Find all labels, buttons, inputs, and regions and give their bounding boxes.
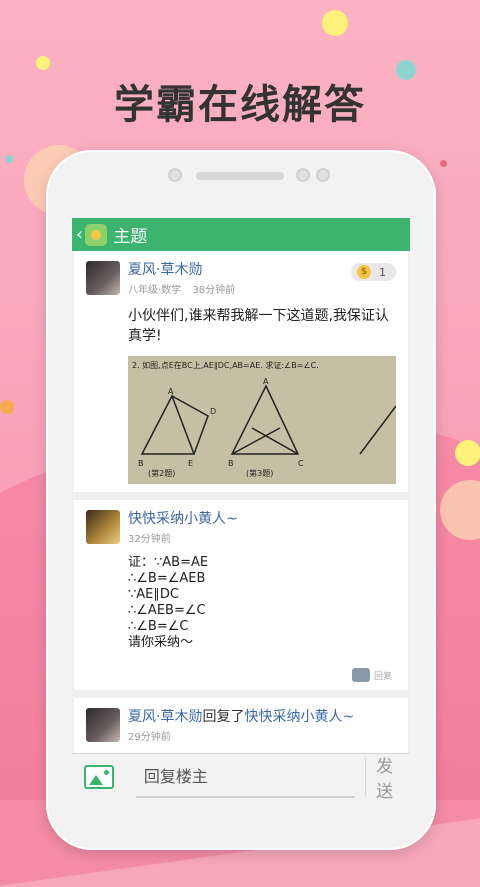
decor-dot: [0, 400, 14, 414]
svg-text:A: A: [168, 387, 174, 396]
grade-subject: 八年级·数学: [128, 285, 182, 296]
reward-count: 1: [379, 265, 386, 279]
avatar[interactable]: [86, 510, 120, 544]
image-icon[interactable]: [84, 765, 114, 789]
phone-sensor: [316, 168, 330, 182]
phone-sensor: [296, 168, 310, 182]
decor-dot: [440, 160, 447, 167]
post-time: 38分钟前: [192, 285, 236, 296]
figure-label-2: (第2题): [148, 469, 176, 478]
coin-icon: $: [357, 265, 371, 279]
reply-label: 回复: [373, 671, 392, 682]
svg-text:C: C: [298, 459, 304, 468]
phone-camera: [168, 168, 182, 182]
post-time: 29分钟前: [128, 732, 171, 743]
svg-text:A: A: [263, 377, 269, 386]
reply-target[interactable]: 快快采纳小黄人~: [244, 709, 354, 725]
comment-icon: [351, 668, 370, 682]
page-title: 主题: [113, 227, 148, 247]
figure-label-3: (第3题): [246, 469, 274, 478]
svg-text:D: D: [210, 407, 216, 416]
decor-dot: [322, 10, 348, 36]
promo-headline: 学霸在线解答: [114, 82, 366, 128]
chevron-left-icon[interactable]: ‹: [76, 224, 83, 245]
geometry-figure: A D B E A B C: [138, 377, 396, 468]
phone-speaker: [196, 172, 284, 180]
reward-badge: $ 1: [351, 263, 396, 281]
post-meta: 八年级·数学 38分钟前: [128, 281, 396, 296]
post-time: 32分钟前: [128, 534, 171, 545]
app-screen: ‹ 主题 夏风·草木勋 八年级·数学 38分钟前 $ 1 小伙伴们,谁来帮我解一…: [72, 218, 410, 800]
reply-button[interactable]: 回复: [351, 668, 392, 682]
send-button[interactable]: 发送: [365, 757, 410, 800]
answer-card: 快快采纳小黄人~ 32分钟前 证：∵AB=AE ∴∠B=∠AEB ∵AE∥DC …: [74, 500, 408, 690]
decor-dot: [455, 440, 480, 466]
question-photo[interactable]: 2. 如图,点E在BC上,AE∥DC,AB=AE. 求证:∠B=∠C. AD B…: [128, 356, 396, 484]
svg-text:E: E: [188, 459, 193, 468]
reply-bar: 发送: [72, 753, 410, 800]
app-header: ‹ 主题: [72, 218, 410, 251]
author-name[interactable]: 快快采纳小黄人~: [128, 510, 396, 528]
reply-word: 回复了: [202, 709, 245, 725]
avatar[interactable]: [86, 261, 120, 295]
answer-text: 证：∵AB=AE ∴∠B=∠AEB ∵AE∥DC ∴∠AEB=∠C ∴∠B=∠C…: [128, 555, 209, 650]
author-name[interactable]: 夏风·草木勋: [128, 709, 202, 725]
avatar[interactable]: [86, 708, 120, 742]
svg-text:B: B: [138, 459, 144, 468]
app-logo-icon: [85, 223, 108, 246]
reply-header: 夏风·草木勋回复了快快采纳小黄人~: [128, 708, 396, 726]
decor-dot: [5, 155, 13, 163]
decor-dot: [36, 56, 50, 70]
svg-text:B: B: [228, 459, 234, 468]
question-text: 小伙伴们,谁来帮我解一下这道题,我保证认真学!: [128, 308, 389, 344]
reply-input[interactable]: [135, 756, 356, 798]
question-card: 夏风·草木勋 八年级·数学 38分钟前 $ 1 小伙伴们,谁来帮我解一下这道题,…: [74, 251, 408, 492]
